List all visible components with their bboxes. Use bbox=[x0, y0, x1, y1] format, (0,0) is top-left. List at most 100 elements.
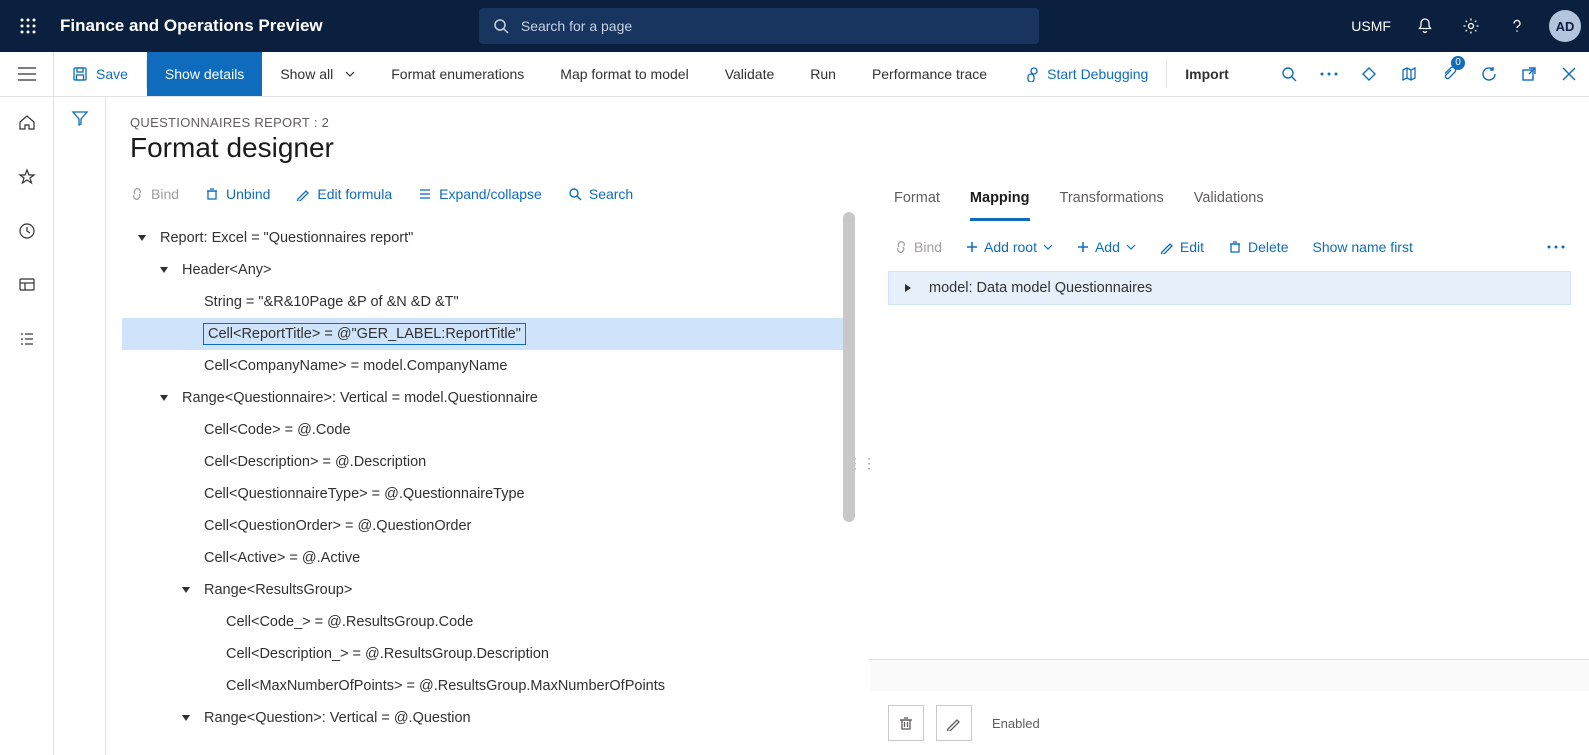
app-launcher-icon[interactable] bbox=[8, 6, 48, 46]
popout-icon[interactable] bbox=[1509, 52, 1549, 96]
tree-row[interactable]: Cell<Code> = @.Code bbox=[122, 414, 855, 446]
tab-mapping[interactable]: Mapping bbox=[970, 190, 1030, 221]
modules-icon[interactable] bbox=[7, 323, 47, 355]
search-icon bbox=[568, 187, 582, 201]
tree-row[interactable]: Range<Question>: Vertical = @.Question bbox=[122, 702, 855, 734]
unbind-button[interactable]: Unbind bbox=[205, 186, 270, 202]
show-name-first-button[interactable]: Show name first bbox=[1312, 239, 1412, 255]
tab-transformations[interactable]: Transformations bbox=[1060, 190, 1164, 221]
tabs: Format Mapping Transformations Validatio… bbox=[870, 172, 1589, 221]
help-icon[interactable] bbox=[1497, 6, 1537, 46]
chevron-down-icon bbox=[1043, 242, 1053, 252]
mapping-bind-button: Bind bbox=[894, 239, 942, 255]
edit-formula-button[interactable]: Edit formula bbox=[296, 186, 392, 202]
avatar[interactable]: AD bbox=[1549, 10, 1581, 42]
app-title: Finance and Operations Preview bbox=[60, 16, 323, 36]
home-icon[interactable] bbox=[7, 107, 47, 139]
tree-row[interactable]: Header<Any> bbox=[122, 254, 855, 286]
filter-icon[interactable] bbox=[71, 109, 89, 755]
tree-row[interactable]: Cell<CompanyName> = model.CompanyName bbox=[122, 350, 855, 382]
topbar: Finance and Operations Preview Search fo… bbox=[0, 0, 1589, 52]
save-icon bbox=[72, 66, 88, 82]
tree-row[interactable]: Range<Questionnaire>: Vertical = model.Q… bbox=[122, 382, 855, 414]
show-details-label: Show details bbox=[165, 66, 244, 82]
tree-row-label: Cell<Description_> = @.ResultsGroup.Desc… bbox=[226, 646, 549, 662]
tree-row[interactable]: Cell<QuestionOrder> = @.QuestionOrder bbox=[122, 510, 855, 542]
tree-pane[interactable]: Report: Excel = "Questionnaires report" H… bbox=[106, 212, 855, 755]
trash-icon bbox=[1228, 240, 1242, 254]
caret-down-icon[interactable] bbox=[178, 585, 194, 595]
mapping-more-icon[interactable] bbox=[1547, 245, 1565, 249]
map-icon[interactable] bbox=[1389, 52, 1429, 96]
tree-row-label: String = "&R&10Page &P of &N &D &T" bbox=[204, 294, 459, 310]
edit-button[interactable]: Edit bbox=[1160, 239, 1204, 255]
tree-row[interactable]: Report: Excel = "Questionnaires report" bbox=[122, 222, 855, 254]
add-root-button[interactable]: Add root bbox=[966, 239, 1053, 255]
nav-toggle-icon[interactable] bbox=[0, 52, 54, 96]
bottom-edit-button[interactable] bbox=[936, 705, 972, 741]
tree-row[interactable]: Cell<MaxNumberOfPoints> = @.ResultsGroup… bbox=[122, 670, 855, 702]
attachments-icon[interactable]: 0 bbox=[1429, 52, 1469, 96]
left-nav bbox=[0, 97, 54, 755]
tree-row[interactable]: Cell<Description_> = @.ResultsGroup.Desc… bbox=[122, 638, 855, 670]
bottom-delete-button[interactable] bbox=[888, 705, 924, 741]
content: QUESTIONNAIRES REPORT : 2 Format designe… bbox=[106, 97, 1589, 755]
save-button[interactable]: Save bbox=[54, 52, 146, 96]
favorites-icon[interactable] bbox=[7, 161, 47, 193]
workspaces-icon[interactable] bbox=[7, 269, 47, 301]
tree-row[interactable]: Cell<ReportTitle> = @"GER_LABEL:ReportTi… bbox=[122, 318, 855, 350]
close-icon[interactable] bbox=[1549, 52, 1589, 96]
show-all-button[interactable]: Show all bbox=[262, 52, 373, 96]
chevron-down-icon bbox=[1126, 242, 1136, 252]
refresh-icon[interactable] bbox=[1469, 52, 1509, 96]
tree-toolbar: Bind Unbind Edit formula Expand/col bbox=[106, 172, 855, 212]
split-panes: Bind Unbind Edit formula Expand/col bbox=[106, 172, 1589, 755]
search-placeholder: Search for a page bbox=[521, 18, 632, 34]
expand-collapse-button[interactable]: Expand/collapse bbox=[418, 186, 542, 202]
tree-row[interactable]: Range<ResultsGroup> bbox=[122, 574, 855, 606]
caret-down-icon[interactable] bbox=[156, 265, 172, 275]
diamond-icon[interactable] bbox=[1349, 52, 1389, 96]
caret-down-icon[interactable] bbox=[134, 233, 150, 243]
recent-icon[interactable] bbox=[7, 215, 47, 247]
delete-button[interactable]: Delete bbox=[1228, 239, 1288, 255]
tree-search-button[interactable]: Search bbox=[568, 186, 633, 202]
tree-row-label: Header<Any> bbox=[182, 262, 271, 278]
tree-row-label: Cell<MaxNumberOfPoints> = @.ResultsGroup… bbox=[226, 678, 665, 694]
tree-row-label: Range<ResultsGroup> bbox=[204, 582, 352, 598]
tab-format[interactable]: Format bbox=[894, 190, 940, 221]
caret-down-icon[interactable] bbox=[178, 713, 194, 723]
more-icon[interactable] bbox=[1309, 52, 1349, 96]
command-bar: Save Show details Show all Format enumer… bbox=[0, 52, 1589, 97]
tree-row[interactable]: Cell<Active> = @.Active bbox=[122, 542, 855, 574]
find-icon[interactable] bbox=[1269, 52, 1309, 96]
show-all-label: Show all bbox=[280, 66, 333, 82]
validate-button[interactable]: Validate bbox=[707, 52, 793, 96]
performance-trace-button[interactable]: Performance trace bbox=[854, 52, 1005, 96]
splitter[interactable]: ⋮⋮ bbox=[855, 172, 869, 755]
search-input[interactable]: Search for a page bbox=[479, 8, 1039, 44]
company-code[interactable]: USMF bbox=[1351, 18, 1391, 34]
import-button[interactable]: Import bbox=[1167, 52, 1247, 96]
tab-validations[interactable]: Validations bbox=[1194, 190, 1264, 221]
tree-row[interactable]: Cell<Code_> = @.ResultsGroup.Code bbox=[122, 606, 855, 638]
tree-row[interactable]: Cell<QuestionnaireType> = @.Questionnair… bbox=[122, 478, 855, 510]
page-header: QUESTIONNAIRES REPORT : 2 Format designe… bbox=[106, 97, 1589, 172]
pencil-icon bbox=[1160, 240, 1174, 254]
scrollbar[interactable] bbox=[843, 212, 855, 522]
tree-row-label: Cell<ReportTitle> = @"GER_LABEL:ReportTi… bbox=[204, 324, 525, 344]
format-enumerations-button[interactable]: Format enumerations bbox=[373, 52, 542, 96]
start-debugging-button[interactable]: Start Debugging bbox=[1005, 52, 1166, 96]
run-button[interactable]: Run bbox=[792, 52, 854, 96]
map-format-button[interactable]: Map format to model bbox=[542, 52, 706, 96]
tree-row-label: Cell<Active> = @.Active bbox=[204, 550, 360, 566]
gear-icon[interactable] bbox=[1451, 6, 1491, 46]
caret-down-icon[interactable] bbox=[156, 393, 172, 403]
tree-row[interactable]: String = "&R&10Page &P of &N &D &T" bbox=[122, 286, 855, 318]
tree-row[interactable]: Cell<Description> = @.Description bbox=[122, 446, 855, 478]
model-root-label: model: Data model Questionnaires bbox=[929, 280, 1152, 296]
notifications-icon[interactable] bbox=[1405, 6, 1445, 46]
show-details-button[interactable]: Show details bbox=[147, 52, 262, 96]
model-root-row[interactable]: model: Data model Questionnaires bbox=[888, 271, 1571, 305]
add-button[interactable]: Add bbox=[1077, 239, 1136, 255]
